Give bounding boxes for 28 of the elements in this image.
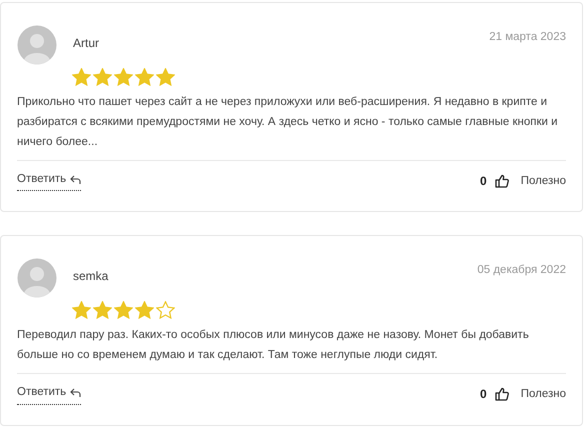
like-count: 0 xyxy=(480,173,487,190)
thumbs-up-icon[interactable] xyxy=(494,174,509,188)
star-icon xyxy=(72,301,91,320)
avatar-icon xyxy=(17,25,57,65)
useful-label[interactable]: Полезно xyxy=(520,386,566,403)
star-icon xyxy=(135,68,154,86)
author-name: Artur xyxy=(73,35,100,52)
star-icon xyxy=(135,301,154,320)
reply-link[interactable]: Ответить xyxy=(17,171,82,192)
avatar-icon xyxy=(17,258,57,298)
like-count: 0 xyxy=(480,386,487,404)
star-icon xyxy=(93,301,112,320)
reply-arrow-icon xyxy=(70,175,82,184)
reply-link[interactable]: Ответить xyxy=(17,384,82,404)
star-icon xyxy=(72,68,91,86)
review-date: 21 марта 2023 xyxy=(489,30,566,45)
review-date: 05 декабря 2022 xyxy=(477,263,566,278)
review-text: Переводил пару раз. Каких-то особых плюсов или минусов даже не назову. Монет бы добавить больше но со временем думаю и так сделают. Там тоже неглупые люди сидят. xyxy=(17,325,566,374)
empty-star-icon xyxy=(156,301,175,320)
star-icon xyxy=(114,301,133,320)
star-icon xyxy=(114,68,133,86)
review-text: Прикольно что пашет через сайт а не через приложухи или веб-расширения. Я недавно в крипте и разбиратся с всякими премудростями не хочу. А здесь четко и ясно - только самые главные кнопки и ничего более... xyxy=(17,92,566,161)
thumbs-up-icon[interactable] xyxy=(494,387,509,402)
useful-label[interactable]: Полезно xyxy=(520,172,566,190)
star-icon xyxy=(156,68,175,86)
reply-arrow-icon xyxy=(70,388,82,398)
star-icon xyxy=(93,68,112,86)
author-name: semka xyxy=(73,268,110,286)
